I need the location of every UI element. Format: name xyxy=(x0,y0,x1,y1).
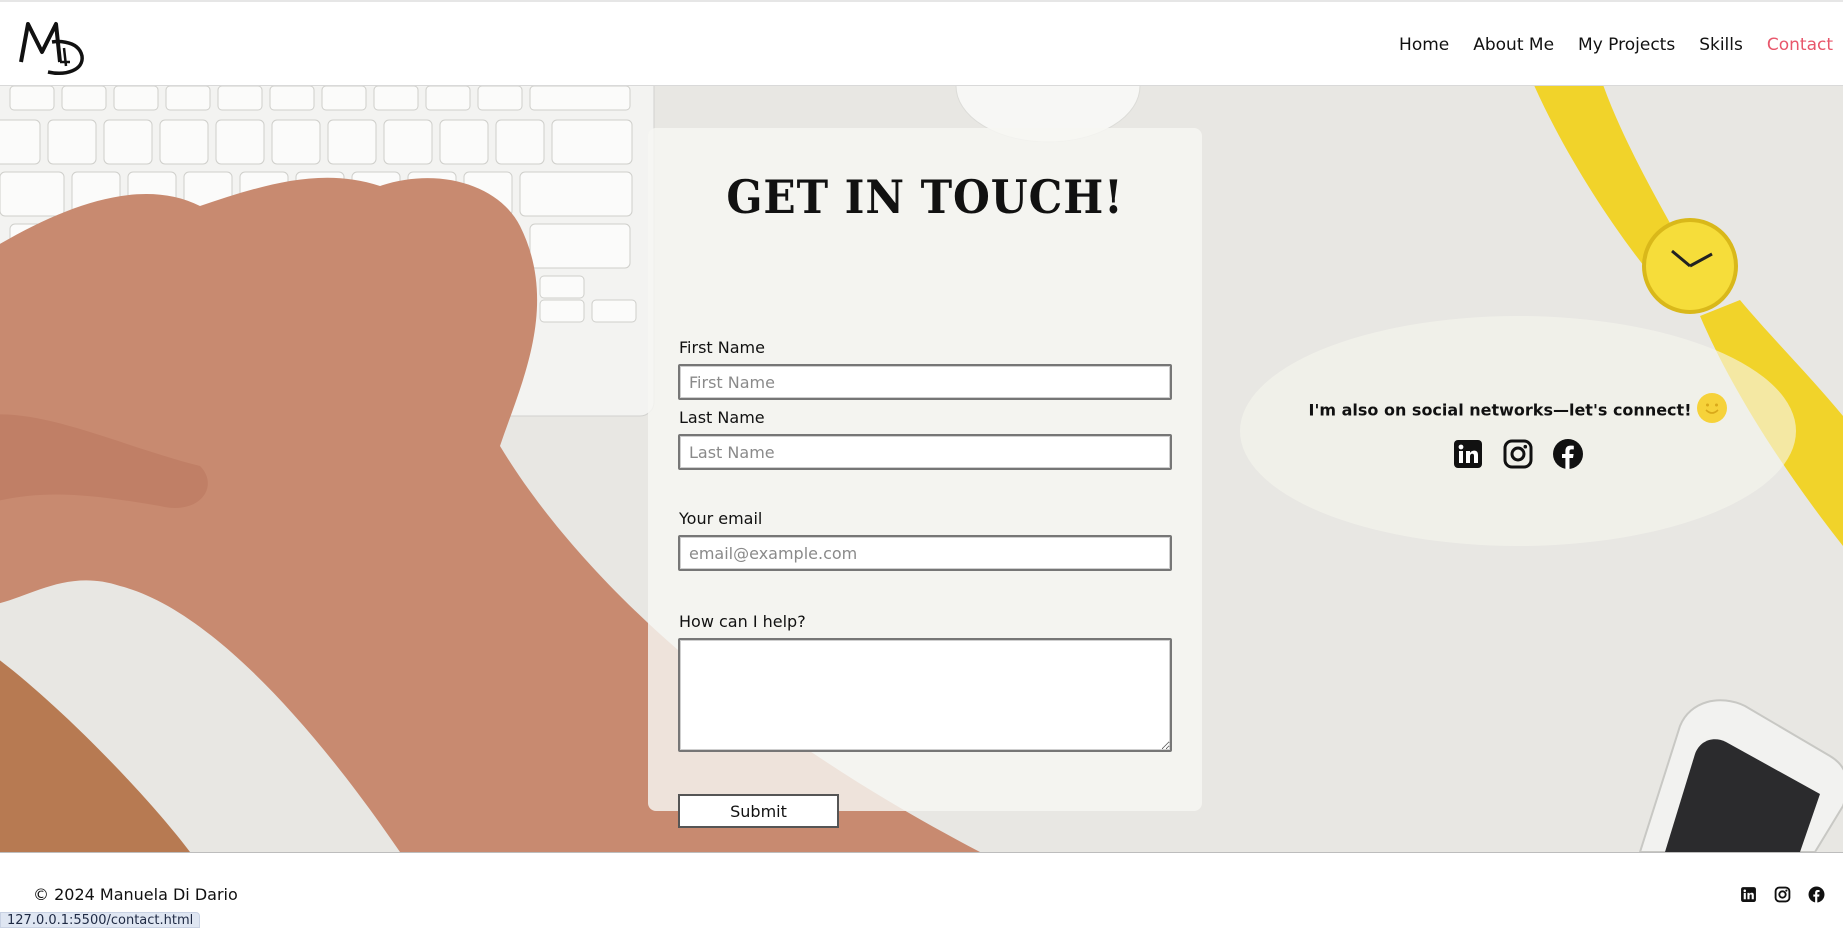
first-name-input[interactable] xyxy=(678,364,1172,400)
status-bar-url: 127.0.0.1:5500/contact.html xyxy=(0,912,201,928)
contact-hero: GET IN TOUCH! First Name Last Name Your … xyxy=(0,86,1843,852)
nav-about-me[interactable]: About Me xyxy=(1473,35,1554,55)
site-header: Home About Me My Projects Skills Contact xyxy=(0,0,1843,86)
nav-contact[interactable]: Contact xyxy=(1767,35,1833,55)
submit-button[interactable]: Submit xyxy=(678,794,839,828)
social-bubble: I'm also on social networks—let's connec… xyxy=(1240,316,1796,546)
main-nav: Home About Me My Projects Skills Contact xyxy=(1375,35,1833,55)
email-input[interactable] xyxy=(678,535,1172,571)
nav-home[interactable]: Home xyxy=(1399,35,1449,55)
nav-skills[interactable]: Skills xyxy=(1699,35,1743,55)
linkedin-icon[interactable] xyxy=(1740,886,1757,903)
last-name-input[interactable] xyxy=(678,434,1172,470)
linkedin-icon[interactable] xyxy=(1452,438,1484,470)
message-label: How can I help? xyxy=(679,612,806,631)
logo[interactable] xyxy=(18,18,92,78)
social-text: I'm also on social networks—let's connec… xyxy=(1308,400,1692,420)
message-textarea[interactable] xyxy=(678,638,1172,752)
instagram-icon[interactable] xyxy=(1774,886,1791,903)
logo-icon xyxy=(19,22,84,75)
footer-social-icons xyxy=(1740,886,1825,903)
instagram-icon[interactable] xyxy=(1502,438,1534,470)
facebook-icon[interactable] xyxy=(1808,886,1825,903)
last-name-label: Last Name xyxy=(679,408,765,427)
facebook-icon[interactable] xyxy=(1552,438,1584,470)
first-name-label: First Name xyxy=(679,338,765,357)
social-text-row: I'm also on social networks—let's connec… xyxy=(1240,393,1796,426)
copyright-text: © 2024 Manuela Di Dario xyxy=(33,885,238,904)
email-label: Your email xyxy=(679,509,763,528)
smiley-icon xyxy=(1697,393,1728,423)
contact-title: GET IN TOUCH! xyxy=(726,170,1124,224)
site-footer: © 2024 Manuela Di Dario xyxy=(0,852,1843,928)
contact-form-card: GET IN TOUCH! First Name Last Name Your … xyxy=(648,128,1202,828)
social-icons xyxy=(1240,438,1796,470)
nav-my-projects[interactable]: My Projects xyxy=(1578,35,1675,55)
